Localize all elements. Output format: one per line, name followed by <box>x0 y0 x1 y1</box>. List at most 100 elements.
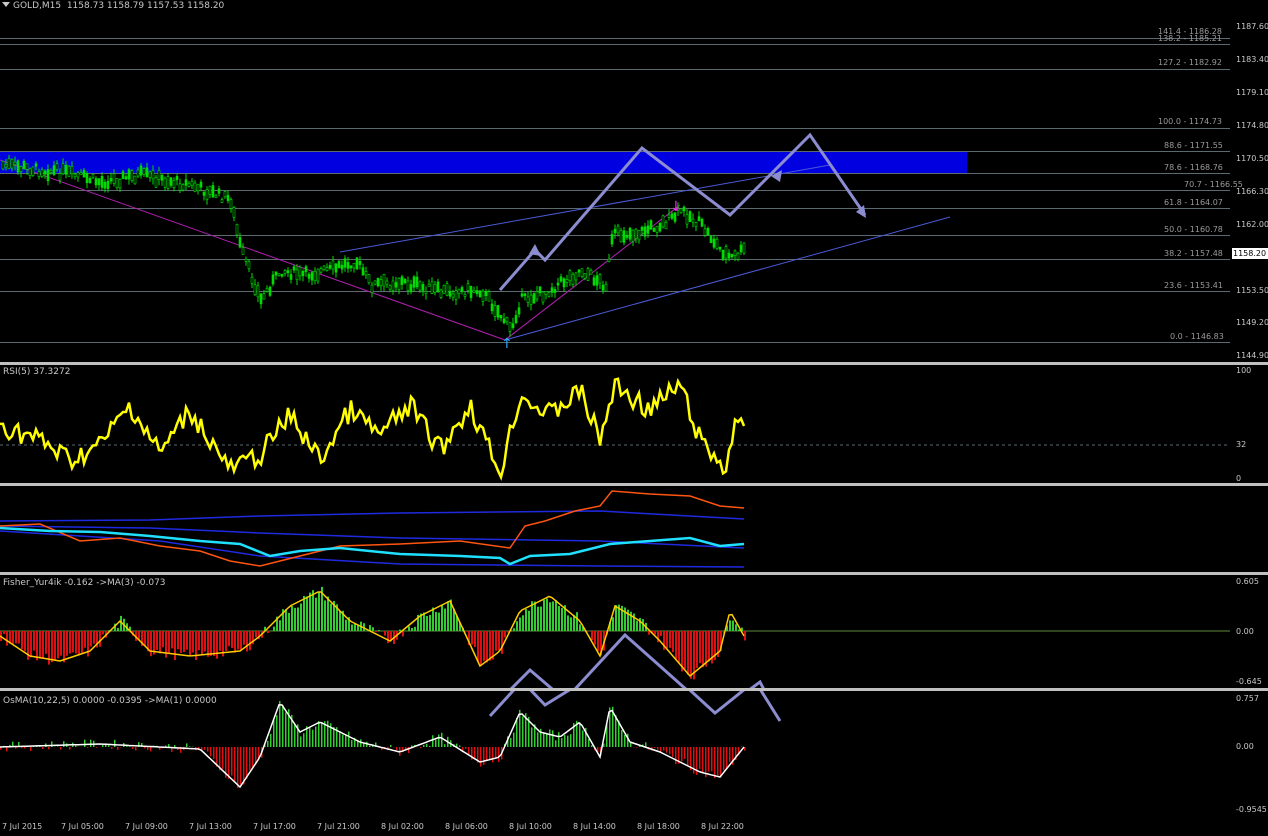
candle-body <box>742 242 746 254</box>
fisher-bar <box>81 631 83 653</box>
osma-bar <box>465 747 467 749</box>
osma-bar <box>624 734 626 747</box>
candle-body <box>655 225 659 233</box>
candle-body <box>226 195 230 201</box>
osma-bar <box>666 747 668 753</box>
candle-body <box>532 293 536 304</box>
candle-body <box>148 171 152 178</box>
osma-bar <box>420 747 422 749</box>
candle-body <box>322 265 326 270</box>
rsi-tick: 0 <box>1236 474 1242 483</box>
fisher-bar <box>39 631 41 659</box>
candle-body <box>97 178 101 186</box>
candle-body <box>358 261 362 265</box>
fisher-bar <box>249 631 251 651</box>
candle-body <box>277 273 281 276</box>
fisher-bar <box>6 631 8 646</box>
fisher-bar <box>558 606 560 631</box>
candle-body <box>628 227 632 240</box>
osma-bar <box>15 747 17 749</box>
candle-body <box>247 261 251 270</box>
candle-body <box>520 293 524 297</box>
candle-body <box>202 191 206 196</box>
fisher-bar <box>678 631 680 663</box>
osma-bar <box>615 715 617 747</box>
fisher-bar <box>315 597 317 631</box>
candle-body <box>562 278 566 288</box>
fisher-bar <box>477 631 479 662</box>
candle-body <box>349 265 353 269</box>
candle-body <box>343 258 347 268</box>
candle-body <box>256 285 260 298</box>
candle-body <box>601 284 605 291</box>
candle-body <box>229 199 233 209</box>
osma-bar <box>438 734 440 747</box>
osma-bar <box>327 720 329 747</box>
fisher-bar <box>294 607 296 631</box>
time-label: 7 Jul 13:00 <box>189 822 232 831</box>
osma-bar <box>702 747 704 773</box>
fisher-bar <box>57 631 59 659</box>
osma-bar <box>711 747 713 772</box>
candle-body <box>487 291 491 302</box>
fisher-bar <box>579 624 581 631</box>
fisher-bar <box>423 612 425 631</box>
fisher-bar <box>549 602 551 631</box>
osma-bar <box>345 734 347 747</box>
fisher-bar <box>3 631 5 634</box>
candle-body <box>403 278 407 283</box>
fisher-bar <box>213 631 215 656</box>
osma-bar <box>726 747 728 769</box>
trendline <box>0 159 506 341</box>
time-label: 7 Jul 2015 <box>2 822 43 831</box>
candle-body <box>451 293 455 298</box>
candle-body <box>22 160 26 170</box>
candle-body <box>109 177 113 182</box>
osma-bar <box>237 747 239 788</box>
candle-body <box>250 276 254 284</box>
fisher-bar <box>669 631 671 648</box>
fisher-bar <box>183 631 185 653</box>
fisher-bar <box>489 631 491 661</box>
fisher-bar <box>525 609 527 631</box>
fisher-bar <box>615 605 617 631</box>
candle-body <box>274 271 278 276</box>
candle-body <box>124 176 128 180</box>
candle-body <box>40 169 44 177</box>
candle-body <box>91 174 95 178</box>
candle-body <box>10 158 14 169</box>
candle-body <box>214 195 218 198</box>
osma-bar <box>675 747 677 765</box>
osma-bar <box>339 731 341 747</box>
fisher-bar <box>42 631 44 659</box>
osma-bar <box>207 747 209 752</box>
osma-bar <box>279 701 281 747</box>
candle-body <box>697 216 701 222</box>
candle-body <box>181 184 185 191</box>
fisher-bar <box>687 631 689 675</box>
fisher-bar <box>702 631 704 668</box>
candle-body <box>460 287 464 292</box>
osma-bar <box>561 738 563 747</box>
candle-body <box>118 178 122 189</box>
osma-tick: 0.757 <box>1236 694 1259 703</box>
down-fractal-arrow-icon: ↓ <box>670 199 682 215</box>
osma-bar <box>87 747 89 748</box>
osma-bar <box>714 747 716 779</box>
candle-body <box>46 169 50 182</box>
candle-body <box>586 268 590 281</box>
osma-bar <box>558 732 560 747</box>
candle-body <box>58 173 62 181</box>
time-label: 7 Jul 09:00 <box>125 822 168 831</box>
candle-body <box>391 280 395 291</box>
fisher-bar <box>522 615 524 631</box>
candle-body <box>631 229 635 242</box>
candle-body <box>529 294 533 305</box>
osma-bar <box>267 740 269 747</box>
fisher-bar <box>612 617 614 631</box>
osma-bar <box>498 747 500 763</box>
trendline <box>504 204 681 341</box>
candle-body <box>34 163 38 167</box>
fisher-bar <box>666 631 668 649</box>
candle-body <box>352 263 356 269</box>
